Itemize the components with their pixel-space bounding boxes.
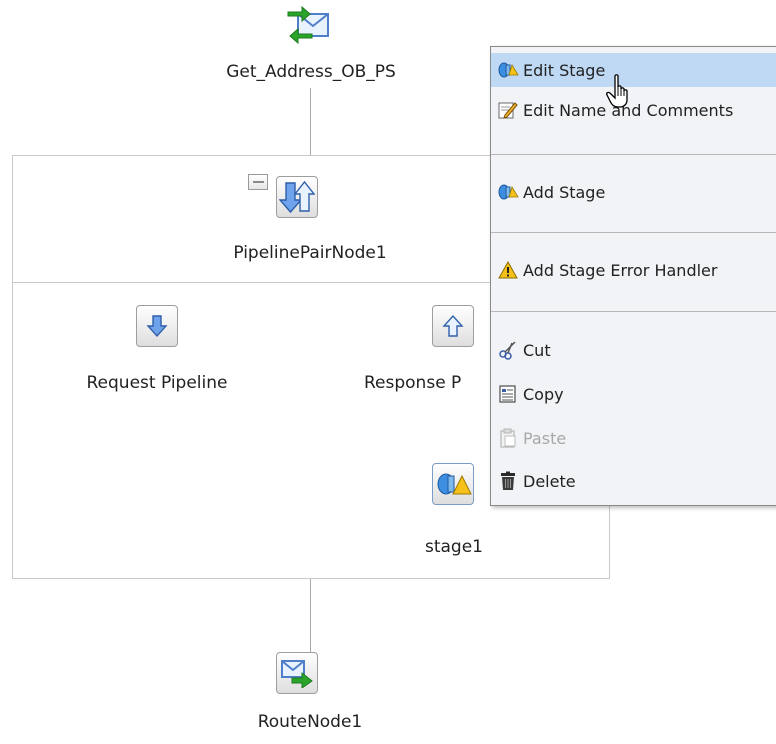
stage-icon [497, 181, 519, 203]
copy-icon [497, 383, 519, 405]
menu-separator [491, 311, 776, 312]
context-menu: Edit Stage Edit Name and Comments Add St… [490, 46, 776, 506]
trash-icon [497, 470, 519, 492]
proxy-service-node[interactable] [258, 4, 362, 54]
envelope-arrows-icon [287, 5, 329, 45]
collapse-minus-icon [252, 181, 264, 183]
menu-item-label: Edit Stage [523, 60, 606, 80]
menu-item-label: Delete [523, 471, 576, 491]
hand-cursor-icon [606, 74, 634, 108]
scissors-icon [497, 339, 519, 361]
menu-item-add-stage[interactable]: Add Stage [491, 175, 776, 209]
connector-proxy-to-pair [310, 88, 311, 156]
up-down-arrows-icon [279, 180, 315, 214]
connector-pair-to-route [310, 578, 311, 652]
warning-icon [497, 259, 519, 281]
route-node-button[interactable] [276, 652, 318, 694]
menu-item-paste[interactable]: Paste [491, 421, 776, 455]
response-pipeline-button[interactable] [432, 305, 474, 347]
stage-warning-icon [437, 473, 472, 495]
pipeline-pair-label: PipelinePairNode1 [233, 243, 387, 263]
stage1-node-button[interactable] [432, 463, 474, 505]
menu-item-add-stage-error-handler[interactable]: Add Stage Error Handler [491, 253, 776, 287]
menu-item-cut[interactable]: Cut [491, 333, 776, 367]
menu-item-label: Copy [523, 384, 564, 404]
proxy-node-label: Get_Address_OB_PS [226, 62, 396, 82]
menu-item-copy[interactable]: Copy [491, 377, 776, 411]
response-pipeline-label: Response P [364, 373, 462, 393]
stage-icon [497, 59, 519, 81]
stage1-label: stage1 [424, 537, 483, 557]
request-pipeline-label: Request Pipeline [86, 373, 228, 393]
menu-item-label: Add Stage [523, 182, 606, 202]
menu-item-label: Cut [523, 340, 551, 360]
paste-icon [497, 427, 519, 449]
menu-item-delete[interactable]: Delete [491, 464, 776, 498]
up-arrow-icon [442, 314, 464, 337]
route-node-label: RouteNode1 [257, 712, 363, 732]
menu-separator [491, 154, 776, 155]
pipeline-pair-node-button[interactable] [276, 176, 318, 218]
collapse-toggle-button[interactable] [248, 174, 268, 190]
envelope-route-icon [281, 660, 313, 688]
edit-pencil-icon [497, 99, 519, 121]
down-arrow-icon [146, 315, 168, 338]
menu-item-label: Add Stage Error Handler [523, 260, 718, 280]
request-pipeline-button[interactable] [136, 305, 178, 347]
menu-item-label: Paste [523, 428, 567, 448]
menu-separator [491, 232, 776, 233]
